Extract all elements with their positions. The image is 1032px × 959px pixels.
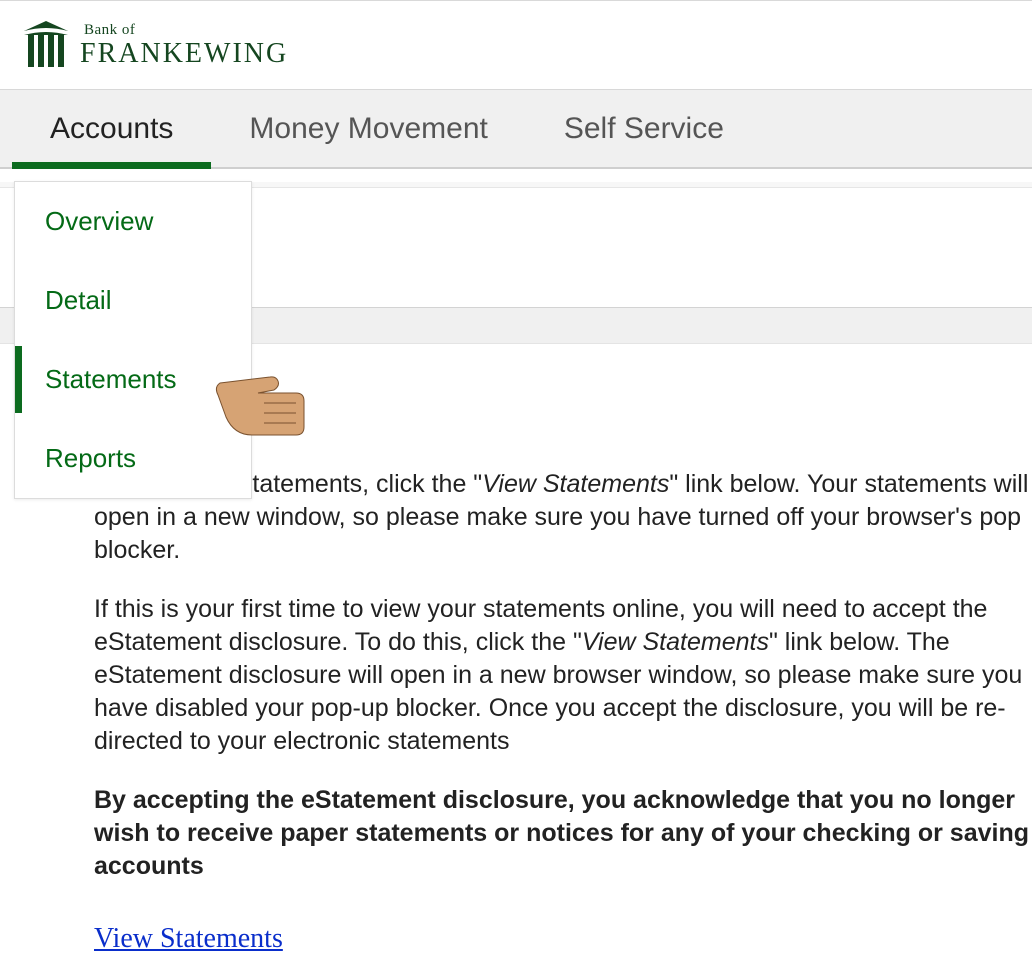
nav-label: Accounts: [50, 112, 173, 146]
brand-text: Bank of FRANKEWING: [80, 23, 288, 68]
paragraph-3: By accepting the eStatement disclosure, …: [94, 784, 1032, 883]
nav-money-movement[interactable]: Money Movement: [211, 90, 525, 167]
p1-italic: View Statements: [482, 470, 669, 498]
p2-italic: View Statements: [582, 628, 769, 656]
nav-self-service[interactable]: Self Service: [526, 90, 762, 167]
body-text: To view your statements, click the "View…: [94, 468, 1032, 883]
brand-line2: FRANKEWING: [80, 40, 288, 68]
dropdown-label: Detail: [45, 285, 111, 315]
main-nav: Accounts Money Movement Self Service: [0, 89, 1032, 169]
nav-label: Self Service: [564, 112, 724, 146]
dropdown-label: Statements: [45, 364, 177, 394]
dropdown-label: Reports: [45, 443, 136, 473]
logo-bar: Bank of FRANKEWING: [0, 1, 1032, 89]
accounts-dropdown: Overview Detail Statements Reports: [14, 181, 252, 499]
dropdown-item-overview[interactable]: Overview: [15, 182, 251, 261]
pillar-icon: [22, 19, 70, 71]
dropdown-item-detail[interactable]: Detail: [15, 261, 251, 340]
nav-accounts[interactable]: Accounts: [12, 90, 211, 167]
nav-label: Money Movement: [249, 112, 487, 146]
brand-line1: Bank of: [84, 23, 288, 38]
brand-logo[interactable]: Bank of FRANKEWING: [22, 19, 288, 71]
paragraph-2: If this is your first time to view your …: [94, 593, 1032, 758]
view-statements-link[interactable]: View Statements: [94, 923, 283, 955]
pointing-hand-icon: [212, 351, 336, 439]
dropdown-label: Overview: [45, 206, 153, 236]
